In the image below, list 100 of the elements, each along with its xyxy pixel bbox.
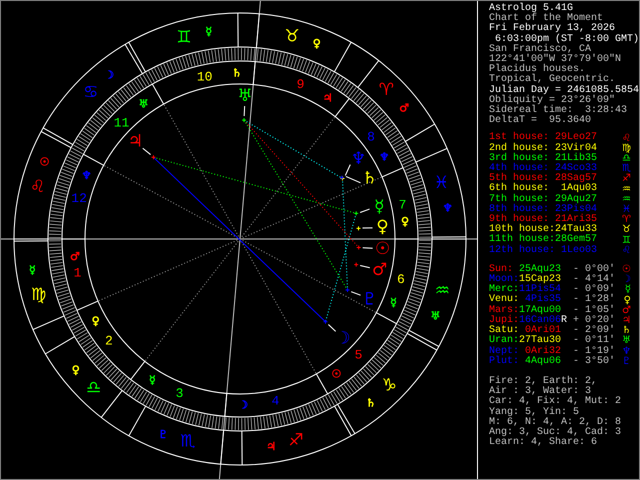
house-label: 6th house: (489, 184, 550, 194)
planet-latitude: - 3°50' (573, 356, 616, 367)
sign-glyph: ♌ (622, 134, 631, 144)
planet-latitude: - 0°00' (573, 264, 616, 275)
sign-glyph: ♐ (288, 430, 304, 450)
planet-position: 27Tau30 (518, 336, 561, 346)
ruler-glyph: ♄ (232, 66, 242, 80)
summary-line: M: 6, N: 4, A: 2, D: 8 (489, 418, 622, 428)
planet-glyph: ♆ (350, 149, 366, 170)
planet-name: Nept: (489, 346, 520, 356)
sign-glyph: ♍ (622, 144, 631, 154)
house-position: 28Gem57 (554, 235, 597, 246)
planet-glyph: ♄ (622, 326, 631, 336)
house-position: 24Tau33 (554, 225, 597, 236)
planet-position: 25Aqu23 (518, 264, 561, 275)
ruler-glyph: ♇ (158, 428, 168, 441)
house-position: 21Lib35 (554, 154, 597, 164)
house-number: 9 (296, 76, 304, 92)
summary-line: Car: 4, Fix: 4, Mut: 2 (489, 397, 622, 408)
planet-name: Merc: (489, 285, 520, 296)
house-label: 8th house: (489, 204, 550, 215)
planet-glyph: ♇ (622, 356, 631, 367)
house-position: 21Ari35 (554, 215, 597, 226)
ruler-glyph: ♀ (92, 314, 100, 328)
ruler-glyph: ☉ (40, 156, 50, 169)
house-position: 1Leo03 (560, 246, 597, 256)
planet-name: Jupi: (489, 316, 520, 326)
planet-glyph: ☽ (622, 275, 631, 286)
ruler-glyph: ♂ (399, 102, 410, 115)
house-number: 7 (398, 198, 406, 213)
ruler-glyph: ♅ (430, 309, 440, 322)
planet-name: Venu: (489, 295, 520, 306)
house-number: 11 (114, 115, 130, 130)
sign-glyph: ♌ (622, 246, 631, 256)
planet-glyph: ☿ (374, 196, 385, 217)
ruler-glyph: ♄ (366, 396, 376, 410)
planet-glyph: ♃ (622, 316, 631, 326)
planet-latitude: - 1°19' (573, 346, 616, 356)
planet-latitude: + 0°20' (573, 316, 616, 326)
house-number: 10 (196, 69, 212, 84)
info-line: Obliquity = 23°26'09" (489, 96, 616, 106)
ruler-glyph: ☽ (104, 68, 114, 82)
planet-latitude: - 1°28' (573, 295, 616, 306)
summary-line: Learn: 4, Share: 6 (489, 438, 598, 448)
sign-glyph: ♎ (86, 378, 102, 398)
planet-glyph: ♀ (376, 217, 389, 238)
house-number: 12 (71, 190, 87, 206)
house-label: 11th house: (489, 235, 556, 246)
house-number: 6 (397, 272, 405, 288)
sign-glyph: ♏ (622, 164, 631, 174)
planet-glyph: ♃ (128, 131, 144, 152)
sign-glyph: ♊ (622, 236, 631, 246)
house-label: 12th house: (489, 246, 556, 256)
house-number: 8 (367, 130, 375, 145)
ruler-glyph: ♀ (312, 37, 321, 50)
planet-glyph: ♅ (237, 86, 253, 106)
ruler-glyph: ♆ (442, 201, 453, 214)
house-label: 2nd house: (489, 144, 550, 154)
sign-glyph: ♋ (83, 82, 98, 103)
house-number: 3 (176, 386, 184, 402)
sign-glyph: ♐ (622, 174, 631, 184)
ruler-glyph: ♅ (138, 97, 149, 110)
summary-line: Ang: 3, Suc: 4, Cad: 3 (489, 428, 622, 438)
sign-glyph: ♈ (378, 80, 394, 100)
planet-glyph: ♀ (624, 296, 631, 306)
house-number: 5 (354, 348, 362, 363)
sign-glyph: ♒ (434, 281, 450, 302)
info-line: Astrolog 5.41G (489, 4, 574, 14)
planet-name: Moon: (489, 275, 520, 286)
sign-glyph: ♓ (622, 204, 631, 215)
house-label: 7th house: (489, 194, 550, 205)
planet-name: Mars: (489, 306, 520, 316)
planet-latitude: - 1°05' (573, 306, 616, 316)
planet-glyph: ♆ (622, 346, 631, 357)
planet-glyph: ♅ (622, 336, 631, 346)
ruler-glyph: ♃ (266, 440, 276, 454)
house-position: 29Leo27 (554, 133, 597, 144)
ruler-glyph: ♂ (70, 250, 80, 263)
house-label: 3rd house: (489, 154, 550, 164)
planet-position: 4Pis35 (524, 295, 561, 306)
planet-glyph: ♇ (362, 289, 378, 310)
planet-name: Sun: (489, 264, 514, 275)
sign-glyph: ♉ (622, 225, 631, 236)
retrograde-mark: R (561, 316, 568, 326)
ruler-glyph: ☽ (238, 398, 248, 412)
house-position: 29Aqu27 (554, 194, 597, 205)
planet-glyph: ♄ (362, 168, 378, 189)
planet-glyph: ♂ (622, 306, 631, 316)
planet-glyph: ☉ (622, 264, 631, 275)
sign-glyph: ♏ (180, 431, 196, 452)
planet-glyph: ☉ (375, 238, 390, 259)
house-number: 4 (271, 394, 280, 409)
sign-glyph: ♊ (176, 28, 192, 48)
planet-position: 16Can06 (518, 316, 561, 326)
ruler-glyph: ♀ (72, 363, 80, 376)
ruler-glyph: ♆ (379, 150, 390, 164)
planet-position: 17Aqu00 (518, 306, 561, 316)
ruler-glyph: ☉ (331, 368, 342, 381)
planet-latitude: - 0°11' (573, 336, 616, 346)
planet-name: Satu: (489, 326, 520, 336)
